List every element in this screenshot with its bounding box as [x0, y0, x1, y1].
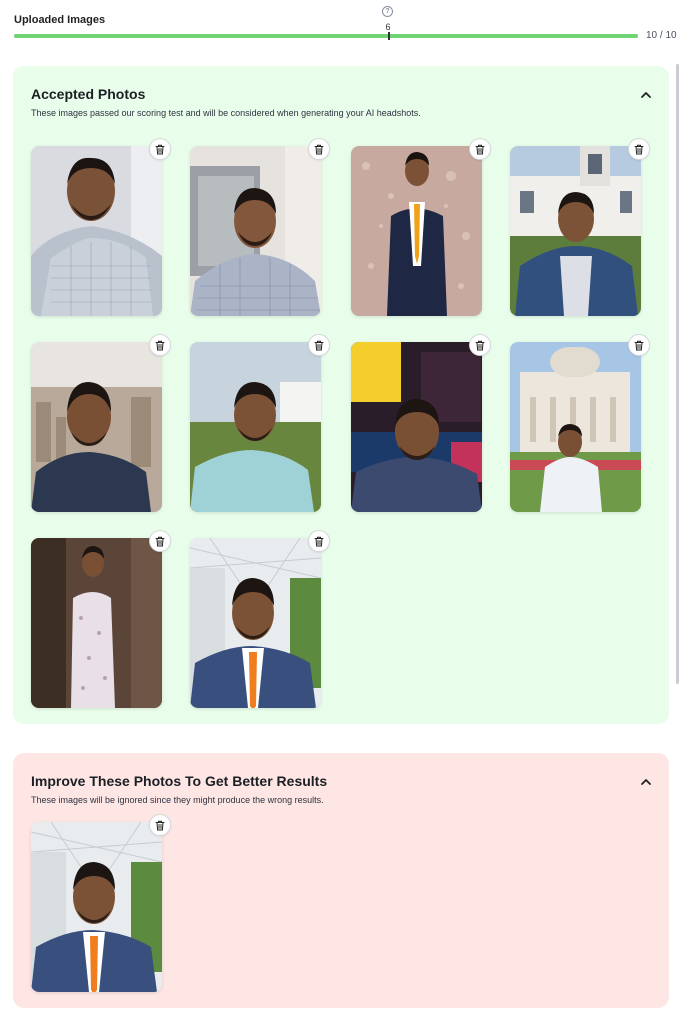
- photo-5[interactable]: [31, 342, 162, 512]
- trash-icon: [475, 340, 485, 350]
- delete-photo-button[interactable]: [149, 138, 171, 160]
- photo-2[interactable]: [190, 146, 321, 316]
- upload-progress-bar: [14, 32, 638, 40]
- photo-4[interactable]: [510, 146, 641, 316]
- upload-header: Uploaded Images ? 6 10 / 10: [0, 0, 689, 50]
- photo-card: [510, 138, 650, 316]
- photo-3[interactable]: [351, 146, 482, 316]
- accepted-photos-subtitle: These images passed our scoring test and…: [31, 108, 421, 118]
- photo-card: [190, 138, 330, 316]
- progress-marker-label: 6: [385, 22, 391, 32]
- delete-photo-button[interactable]: [308, 334, 330, 356]
- photo-card: [31, 334, 171, 512]
- trash-icon: [155, 144, 165, 154]
- photo-1[interactable]: [31, 146, 162, 316]
- trash-icon: [314, 340, 324, 350]
- photo-6[interactable]: [190, 342, 321, 512]
- trash-icon: [314, 144, 324, 154]
- photo-11[interactable]: [31, 822, 162, 992]
- accepted-photos-title: Accepted Photos: [31, 86, 146, 102]
- delete-photo-button[interactable]: [469, 138, 491, 160]
- photo-card: [351, 138, 491, 316]
- trash-icon: [634, 144, 644, 154]
- improve-photos-title: Improve These Photos To Get Better Resul…: [31, 773, 328, 789]
- delete-photo-button[interactable]: [469, 334, 491, 356]
- progress-marker-tick: [388, 32, 390, 40]
- photo-card: [190, 530, 330, 708]
- trash-icon: [155, 820, 165, 830]
- trash-icon: [314, 536, 324, 546]
- chevron-up-icon[interactable]: [639, 775, 653, 789]
- photo-8[interactable]: [510, 342, 641, 512]
- improve-photos-section: Improve These Photos To Get Better Resul…: [13, 753, 669, 1008]
- accepted-photos-section: Accepted Photos These images passed our …: [13, 66, 669, 724]
- photo-card: [351, 334, 491, 512]
- progress-count: 10 / 10: [646, 30, 677, 41]
- scrollbar[interactable]: [676, 64, 679, 684]
- photo-7[interactable]: [351, 342, 482, 512]
- delete-photo-button[interactable]: [149, 814, 171, 836]
- uploaded-images-title: Uploaded Images: [14, 14, 106, 26]
- delete-photo-button[interactable]: [628, 138, 650, 160]
- improve-photos-subtitle: These images will be ignored since they …: [31, 795, 324, 805]
- delete-photo-button[interactable]: [149, 530, 171, 552]
- trash-icon: [634, 340, 644, 350]
- upload-progress-fill: [14, 34, 638, 38]
- photo-card: [190, 334, 330, 512]
- photo-card: [31, 530, 171, 708]
- photo-card: [31, 138, 171, 316]
- photo-9[interactable]: [31, 538, 162, 708]
- photo-10[interactable]: [190, 538, 321, 708]
- trash-icon: [475, 144, 485, 154]
- chevron-up-icon[interactable]: [639, 88, 653, 102]
- delete-photo-button[interactable]: [628, 334, 650, 356]
- delete-photo-button[interactable]: [308, 530, 330, 552]
- delete-photo-button[interactable]: [308, 138, 330, 160]
- trash-icon: [155, 340, 165, 350]
- photo-card: [510, 334, 650, 512]
- delete-photo-button[interactable]: [149, 334, 171, 356]
- photo-card: [31, 814, 171, 992]
- question-circle-icon[interactable]: ?: [382, 6, 393, 17]
- trash-icon: [155, 536, 165, 546]
